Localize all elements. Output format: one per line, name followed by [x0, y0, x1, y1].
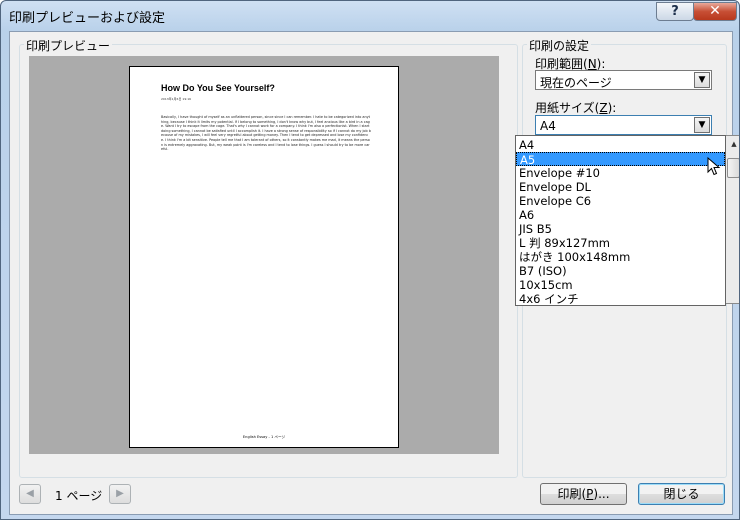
paper-size-label-prefix: 用紙サイズ( — [535, 101, 600, 115]
settings-group-label: 印刷の設定 — [527, 37, 592, 54]
print-range-label-prefix: 印刷範囲( — [535, 57, 588, 71]
paper-size-label-suffix: ): — [607, 101, 617, 115]
prev-page-icon: ◀ — [26, 488, 34, 499]
print-range-label-suffix: ): — [596, 57, 606, 71]
print-range-label-key: N — [587, 57, 597, 71]
window-title: 印刷プレビューおよび設定 — [9, 11, 166, 26]
prev-page-button[interactable]: ◀ — [19, 484, 41, 504]
paper-option[interactable]: はがき 100x148mm — [516, 250, 725, 264]
paper-size-select[interactable]: A4 ▼ — [535, 115, 712, 135]
paper-option-highlighted[interactable]: A5 — [516, 152, 725, 167]
help-icon: ? — [671, 4, 679, 19]
dropdown-scrollbar[interactable]: ▲ — [726, 135, 739, 304]
help-button[interactable]: ? — [656, 2, 694, 21]
paper-option[interactable]: L 判 89x127mm — [516, 236, 725, 250]
doc-body: Basically, I have thought of myself as a… — [161, 115, 371, 152]
print-button[interactable]: 印刷(P)... — [540, 483, 627, 505]
chevron-down-icon[interactable]: ▼ — [694, 117, 710, 133]
doc-date: 2013年1月6日 19:16 — [161, 97, 192, 101]
preview-area: How Do You See Yourself? 2013年1月6日 19:16… — [29, 56, 499, 454]
title-bar[interactable]: 印刷プレビューおよび設定 ? ✕ — [1, 1, 739, 31]
print-range-select[interactable]: 現在のページ ▼ — [535, 70, 712, 90]
close-button-label: 閉じる — [663, 487, 700, 501]
print-button-suffix: )... — [593, 487, 610, 501]
paper-option[interactable]: A4 — [516, 138, 725, 152]
paper-size-dropdown-list: A4 A5 Envelope #10 Envelope DL Envelope … — [515, 135, 726, 306]
scroll-up-arrow-icon[interactable]: ▲ — [726, 136, 739, 152]
doc-footer: English Essay - 1 ページ — [242, 435, 286, 439]
scroll-thumb[interactable] — [727, 158, 739, 178]
doc-title: How Do You See Yourself? — [161, 83, 275, 93]
paper-size-label: 用紙サイズ(Z): — [535, 99, 616, 116]
page-count: 1 ページ — [55, 489, 103, 503]
paper-option[interactable]: 4x6 インチ — [516, 292, 725, 305]
mouse-cursor-icon — [707, 157, 721, 176]
paper-option[interactable]: Envelope DL — [516, 180, 725, 194]
preview-group-label: 印刷プレビュー — [24, 37, 113, 54]
window-close-button[interactable]: ✕ — [693, 2, 737, 21]
paper-option[interactable]: Envelope C6 — [516, 194, 725, 208]
paper-option[interactable]: 10x15cm — [516, 278, 725, 292]
print-button-prefix: 印刷( — [557, 487, 587, 501]
paper-option[interactable]: JIS B5 — [516, 222, 725, 236]
print-preview-window: 印刷プレビューおよび設定 ? ✕ 印刷プレビュー How Do You See … — [0, 0, 740, 520]
paper-option[interactable]: A6 — [516, 208, 725, 222]
paper-size-label-key: Z — [599, 101, 608, 115]
close-icon: ✕ — [709, 3, 721, 19]
next-page-icon: ▶ — [116, 488, 124, 499]
chevron-down-icon[interactable]: ▼ — [694, 72, 710, 88]
paper-option[interactable]: Envelope #10 — [516, 166, 725, 180]
next-page-button[interactable]: ▶ — [109, 484, 131, 504]
paper-size-value: A4 — [540, 119, 556, 133]
dialog-client-area: 印刷プレビュー How Do You See Yourself? 2013年1月… — [9, 31, 739, 515]
close-button[interactable]: 閉じる — [638, 483, 725, 505]
print-range-value: 現在のページ — [540, 76, 612, 90]
preview-page: How Do You See Yourself? 2013年1月6日 19:16… — [129, 66, 399, 448]
paper-option[interactable]: B7 (ISO) — [516, 264, 725, 278]
